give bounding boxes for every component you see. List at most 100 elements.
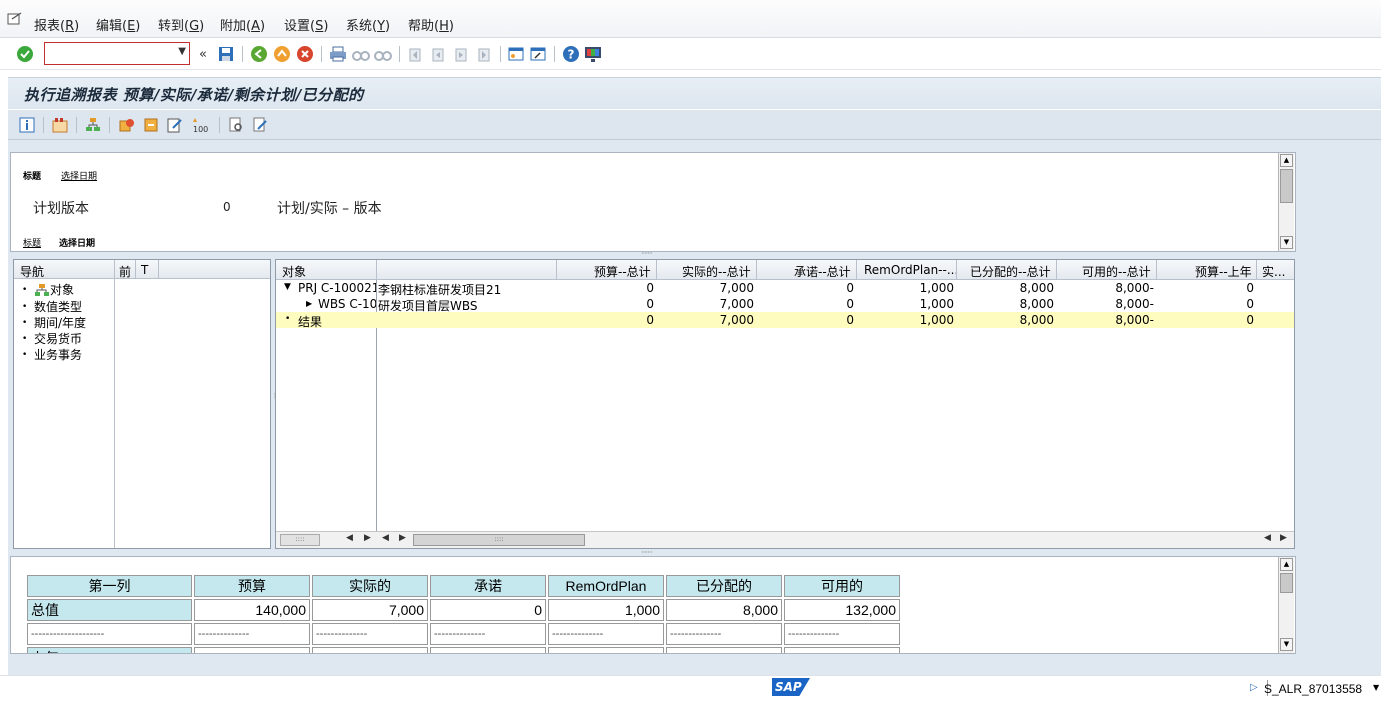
cell-budget-prev: 0 — [1246, 281, 1254, 295]
menu-report[interactable]: 报表(R) — [34, 15, 79, 34]
nav-item-label: 对象 — [50, 283, 75, 297]
menu-extras[interactable]: 附加(A) — [220, 15, 265, 34]
help-icon[interactable]: ? — [562, 45, 580, 63]
col-header-available: 可用的 — [784, 575, 900, 597]
scroll-thumb[interactable] — [1280, 169, 1293, 203]
cell-actual: 7,000 — [719, 281, 754, 295]
enter-check-icon[interactable] — [16, 45, 34, 63]
shortcut-icon[interactable] — [529, 45, 547, 63]
nav-header-label[interactable]: 导航 — [20, 263, 44, 280]
scroll-left-icon[interactable]: ◀ — [1264, 533, 1271, 543]
document-find-icon[interactable] — [227, 116, 245, 134]
nav-header-t[interactable]: T — [141, 263, 148, 277]
menu-settings[interactable]: 设置(S) — [284, 15, 328, 34]
scroll-down-icon[interactable]: ▼ — [1280, 638, 1293, 651]
row-object: WBS C-100 — [318, 297, 376, 311]
col-header-actual-total[interactable]: 实际的--总计 — [682, 263, 751, 280]
table-row: 上年 — [27, 647, 900, 653]
number-format-icon[interactable]: 100 — [190, 116, 212, 134]
command-input[interactable] — [45, 43, 165, 62]
scroll-left-icon[interactable]: ◀ — [346, 533, 353, 543]
tab-selection-date-bottom[interactable]: 选择日期 — [59, 236, 95, 249]
chevron-down-icon[interactable]: ▼ — [1373, 683, 1379, 692]
grip-icon[interactable]: :::: — [280, 534, 320, 546]
bottom-scrollbar[interactable]: ▲ ▼ — [1278, 557, 1294, 653]
collapse-icon[interactable] — [142, 116, 160, 134]
col-header-remordplan: RemOrdPlan — [548, 575, 664, 597]
back-icon[interactable] — [250, 45, 268, 63]
next-page-icon[interactable] — [452, 45, 470, 63]
tab-title-bottom[interactable]: 标题 — [23, 236, 41, 249]
hierarchy-icon[interactable] — [84, 116, 102, 134]
col-header-available-total[interactable]: 可用的--总计 — [1082, 263, 1151, 280]
chevron-down-icon[interactable]: ▼ — [178, 46, 186, 57]
print-icon[interactable] — [329, 45, 347, 63]
report-settings-icon[interactable] — [51, 116, 69, 134]
grid-horizontal-scrollbar[interactable]: :::: ◀ ▶ ◀ ▶ :::: ◀ ▶ — [276, 531, 1294, 548]
last-page-icon[interactable] — [475, 45, 493, 63]
scroll-thumb[interactable]: :::: — [413, 534, 585, 546]
nav-item-label: 期间/年度 — [34, 316, 87, 330]
menu-goto[interactable]: 转到(G) — [158, 15, 204, 34]
nav-item-object[interactable]: • 对象 — [22, 281, 74, 298]
table-row[interactable]: ▼ PRJ C-100021 李钢柱标准研发项目21 0 7,000 0 1,0… — [276, 280, 1294, 297]
scroll-thumb[interactable] — [1280, 573, 1293, 593]
col-header-commitment-total[interactable]: 承诺--总计 — [794, 263, 851, 280]
scroll-right-icon[interactable]: ▶ — [1280, 533, 1287, 543]
scroll-up-icon[interactable]: ▲ — [1280, 558, 1293, 571]
table-row[interactable]: ▶ WBS C-100 研发项目首层WBS 0 7,000 0 1,000 8,… — [276, 296, 1294, 313]
col-header-actual: 实际的 — [312, 575, 428, 597]
col-header-budget-total[interactable]: 预算--总计 — [594, 263, 651, 280]
row-label-total: 总值 — [27, 599, 192, 621]
scroll-up-icon[interactable]: ▲ — [1280, 154, 1293, 167]
exit-icon[interactable] — [273, 45, 291, 63]
scroll-right-icon[interactable]: ▶ — [399, 533, 406, 543]
table-header-row: 第一列 预算 实际的 承诺 RemOrdPlan 已分配的 可用的 — [27, 575, 900, 597]
dash-cell: -------------- — [194, 623, 310, 645]
info-icon[interactable] — [18, 116, 36, 134]
customize-layout-icon[interactable] — [584, 45, 602, 63]
menu-system[interactable]: 系统(Y) — [346, 15, 390, 34]
nav-item-period[interactable]: • 期间/年度 — [22, 314, 86, 331]
scroll-down-icon[interactable]: ▼ — [1280, 236, 1293, 249]
collapse-arrow-icon[interactable]: ▼ — [284, 282, 291, 292]
col-header-object[interactable]: 对象 — [282, 263, 306, 280]
menu-edit[interactable]: 编辑(E) — [96, 15, 140, 34]
previous-page-icon[interactable] — [429, 45, 447, 63]
cell-actual: 7,000 — [719, 297, 754, 311]
find-icon[interactable] — [352, 45, 370, 63]
col-header-commitment: 承诺 — [430, 575, 546, 597]
command-field[interactable]: ▼ — [44, 42, 190, 65]
scroll-right-icon[interactable]: ▶ — [364, 533, 371, 543]
nav-item-currency[interactable]: • 交易货币 — [22, 330, 82, 347]
col-header-actual-more[interactable]: 实... — [1262, 263, 1285, 280]
first-page-icon[interactable] — [406, 45, 424, 63]
tab-title[interactable]: 标题 — [23, 169, 41, 182]
page-title: 执行追溯报表 预算/实际/承诺/剩余计划/已分配的 — [24, 86, 364, 104]
header-scrollbar[interactable]: ▲ ▼ — [1278, 153, 1294, 251]
expand-arrow-icon[interactable]: ▶ — [306, 299, 312, 308]
menu-shortcut-icon[interactable] — [6, 11, 24, 27]
table-row: 总值 140,000 7,000 0 1,000 8,000 132,000 — [27, 599, 900, 621]
find-next-icon[interactable] — [374, 45, 392, 63]
tab-selection-date[interactable]: 选择日期 — [61, 169, 97, 182]
nav-item-transaction[interactable]: • 业务事务 — [22, 346, 82, 363]
cell-remordplan: 1,000 — [919, 281, 954, 295]
new-session-icon[interactable] — [507, 45, 525, 63]
save-icon[interactable] — [217, 45, 235, 63]
scroll-left-icon[interactable]: ◀ — [382, 533, 389, 543]
nav-header-prev[interactable]: 前 — [119, 263, 131, 280]
col-header-remordplan[interactable]: RemOrdPlan--... — [864, 263, 958, 277]
menu-help[interactable]: 帮助(H) — [408, 15, 454, 34]
more-chevron-icon[interactable]: « — [196, 45, 210, 63]
result-row[interactable]: • 结果 0 7,000 0 1,000 8,000 8,000- 0 — [276, 312, 1294, 329]
document-edit-icon[interactable] — [251, 116, 269, 134]
nav-item-value-type[interactable]: • 数值类型 — [22, 298, 82, 315]
col-header-budget-prev-year[interactable]: 预算--上年 — [1195, 263, 1252, 280]
edit-layout-icon[interactable] — [166, 116, 184, 134]
col-header-assigned-total[interactable]: 已分配的--总计 — [970, 263, 1051, 280]
splitter-handle[interactable]: ······· — [641, 249, 653, 258]
expand-icon[interactable] — [118, 116, 136, 134]
status-expand-icon[interactable]: ▷ — [1250, 682, 1258, 693]
cancel-icon[interactable] — [296, 45, 314, 63]
